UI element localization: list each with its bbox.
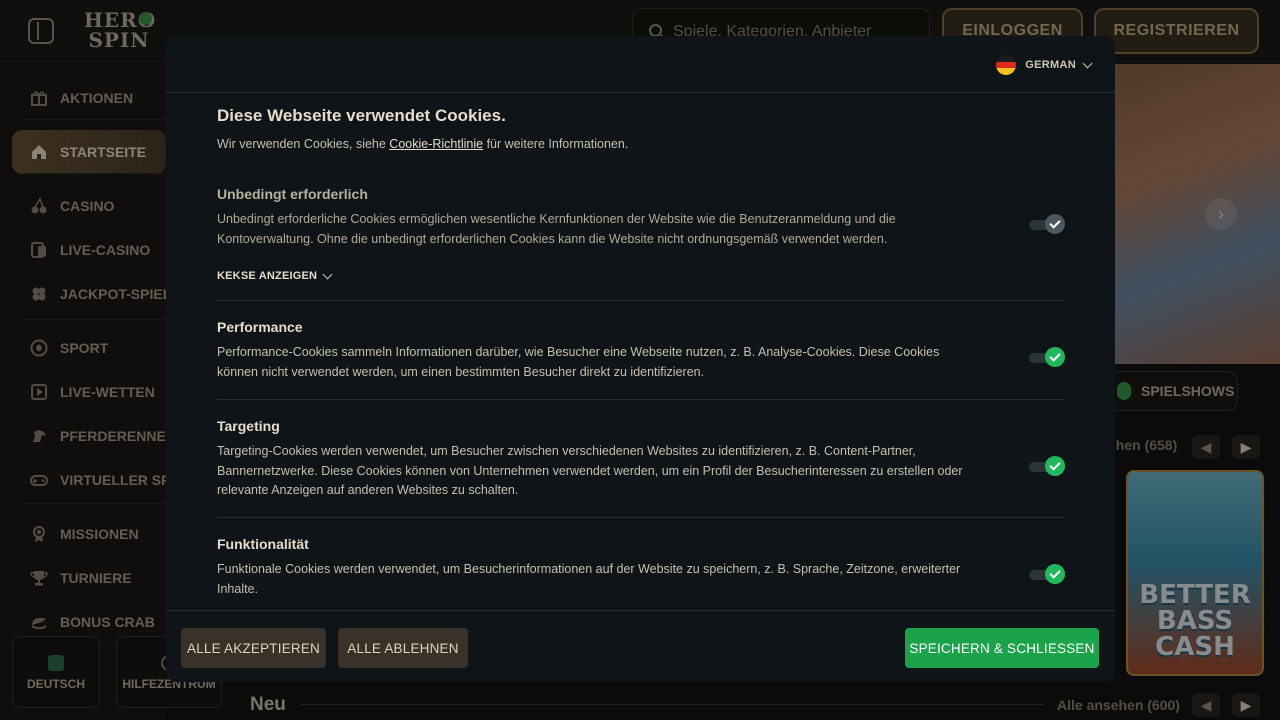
- german-flag-icon: [996, 55, 1017, 75]
- cookie-policy-link[interactable]: Cookie-Richtlinie: [389, 137, 483, 151]
- language-select-value: GERMAN: [1025, 59, 1076, 71]
- divider: [217, 517, 1065, 518]
- dialog-body[interactable]: Diese Webseite verwendet Cookies. Wir ve…: [166, 94, 1115, 609]
- checkmark-icon: [1045, 347, 1065, 367]
- dialog-header: GERMAN: [166, 36, 1115, 93]
- category-title: Funktionalität: [217, 536, 309, 552]
- cookie-consent-dialog: GERMAN Diese Webseite verwendet Cookies.…: [166, 36, 1115, 682]
- cookie-category-functionality: Funktionalität Funktionale Cookies werde…: [217, 536, 1065, 606]
- intro-text: Wir verwenden Cookies, siehe: [217, 137, 390, 151]
- chevron-down-icon: [322, 269, 333, 279]
- cookie-category-necessary: Unbedingt erforderlich Unbedingt erforde…: [217, 186, 1065, 246]
- performance-toggle[interactable]: [1029, 347, 1065, 367]
- dialog-intro: Wir verwenden Cookies, siehe Cookie-Rich…: [217, 137, 628, 151]
- checkmark-icon: [1045, 564, 1065, 584]
- cookie-category-targeting: Targeting Targeting-Cookies werden verwe…: [217, 418, 1065, 498]
- language-select[interactable]: GERMAN: [996, 55, 1093, 75]
- dialog-footer: ALLE AKZEPTIEREN ALLE ABLEHNEN SPEICHERN…: [166, 610, 1115, 682]
- category-description: Targeting-Cookies werden verwendet, um B…: [217, 444, 963, 497]
- category-title: Performance: [217, 319, 303, 335]
- category-description: Funktionale Cookies werden verwendet, um…: [217, 562, 961, 596]
- chevron-down-icon: [1082, 58, 1093, 68]
- decline-all-button[interactable]: ALLE ABLEHNEN: [338, 628, 468, 668]
- intro-text: für weitere Informationen.: [483, 137, 629, 151]
- save-and-close-button[interactable]: SPEICHERN & SCHLIESSEN: [905, 628, 1099, 668]
- category-description: Performance-Cookies sammeln Informatione…: [217, 345, 940, 379]
- category-title: Unbedingt erforderlich: [217, 186, 368, 202]
- targeting-toggle[interactable]: [1029, 456, 1065, 476]
- category-description: Unbedingt erforderliche Cookies ermöglic…: [217, 212, 896, 246]
- checkmark-icon: [1045, 214, 1065, 234]
- accept-all-button[interactable]: ALLE AKZEPTIEREN: [181, 628, 326, 668]
- show-cookies-label: KEKSE ANZEIGEN: [217, 270, 318, 282]
- cookie-category-performance: Performance Performance-Cookies sammeln …: [217, 319, 1065, 379]
- divider: [217, 399, 1065, 400]
- dialog-title: Diese Webseite verwendet Cookies.: [217, 106, 506, 125]
- necessary-toggle: [1029, 214, 1065, 234]
- divider: [217, 300, 1065, 301]
- functionality-toggle[interactable]: [1029, 564, 1065, 584]
- show-cookies-button[interactable]: KEKSE ANZEIGEN: [217, 269, 333, 282]
- category-title: Targeting: [217, 418, 280, 434]
- checkmark-icon: [1045, 456, 1065, 476]
